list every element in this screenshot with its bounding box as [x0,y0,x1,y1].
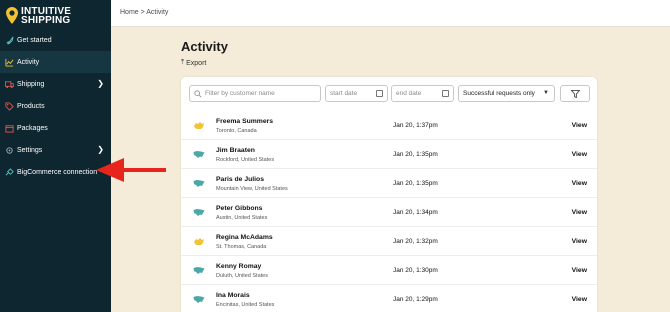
usa-flag-icon [193,180,205,187]
box-icon [4,123,14,133]
start-date-input[interactable]: start date [325,85,388,102]
sidebar-item-packages[interactable]: Packages [0,117,111,139]
export-label: Export [186,59,207,67]
chevron-down-icon: ▼ [543,90,549,96]
customer-name: Kenny Romay [216,263,262,270]
activity-date: Jan 20, 1:37pm [393,122,438,129]
customer-location: Mountain View, United States [216,186,288,192]
sidebar-item-label: Settings [17,146,43,154]
activity-date: Jan 20, 1:35pm [393,151,438,158]
activity-row[interactable]: Kenny Romay Duluth, United States Jan 20… [181,256,597,285]
activity-row[interactable]: Paris de Julios Mountain View, United St… [181,169,597,198]
export-button[interactable]: ⤒ Export [181,59,206,67]
view-link[interactable]: View [572,151,587,158]
view-link[interactable]: View [572,122,587,129]
customer-name: Paris de Julios [216,176,264,183]
customer-name: Jim Braaten [216,147,255,154]
usa-flag-icon [193,209,205,216]
sidebar-item-label: Shipping [17,80,45,88]
activity-date: Jan 20, 1:32pm [393,238,438,245]
breadcrumb[interactable]: Home > Activity [120,9,168,16]
activity-date: Jan 20, 1:30pm [393,267,438,274]
view-link[interactable]: View [572,180,587,187]
sidebar-item-shipping[interactable]: Shipping ❯ [0,73,111,95]
chevron-right-icon: ❯ [97,79,104,88]
view-link[interactable]: View [572,209,587,216]
canada-flag-icon [194,238,204,245]
activity-date: Jan 20, 1:35pm [393,180,438,187]
customer-search-input[interactable]: Filter by customer name [189,85,321,102]
usa-flag-icon [193,296,205,303]
funnel-icon [570,89,580,98]
calendar-icon [376,90,383,97]
sidebar-item-label: Packages [17,124,48,132]
usa-flag-icon [193,151,205,158]
gear-icon [4,145,14,155]
calendar-icon [442,90,449,97]
truck-icon [4,79,14,89]
customer-name: Peter Gibbons [216,205,263,212]
customer-name: Freema Summers [216,118,274,125]
tag-icon [4,101,14,111]
start-date-placeholder: start date [330,90,358,97]
sidebar-item-activity[interactable]: Activity [0,51,111,73]
sidebar-item-label: Get started [17,36,52,44]
chevron-right-icon: ❯ [97,145,104,154]
page-title: Activity [181,39,228,54]
canada-flag-icon [194,122,204,129]
search-placeholder: Filter by customer name [205,90,275,97]
activity-date: Jan 20, 1:29pm [393,296,438,303]
end-date-input[interactable]: end date [391,85,454,102]
activity-card: Filter by customer name start date end d… [181,77,597,312]
customer-name: Ina Morais [216,292,250,299]
plug-icon [4,167,14,177]
customer-location: Encinitas, United States [216,302,275,308]
upload-icon: ⤒ [181,59,185,66]
activity-date: Jan 20, 1:34pm [393,209,438,216]
end-date-placeholder: end date [396,90,422,97]
brand-logo[interactable]: INTUITIVE SHIPPING [0,0,111,27]
rocket-icon [4,35,14,45]
customer-location: St. Thomas, Canada [216,244,267,250]
top-bar: Home > Activity [111,0,670,27]
activity-row[interactable]: Regina McAdams St. Thomas, Canada Jan 20… [181,227,597,256]
customer-location: Toronto, Canada [216,128,257,134]
status-selected: Successful requests only [463,90,535,97]
chart-icon [4,57,14,67]
customer-location: Austin, United States [216,215,268,221]
activity-row[interactable]: Freema Summers Toronto, Canada Jan 20, 1… [181,111,597,140]
sidebar-item-label: Activity [17,58,40,66]
view-link[interactable]: View [572,296,587,303]
sidebar-item-label: Products [17,102,45,110]
usa-flag-icon [193,267,205,274]
red-arrow-annotation [96,158,166,182]
status-select[interactable]: Successful requests only ▼ [458,85,555,102]
location-pin-icon [6,6,18,24]
activity-list: Freema Summers Toronto, Canada Jan 20, 1… [181,111,597,312]
customer-location: Duluth, United States [216,273,268,279]
brand-line-2: SHIPPING [21,14,71,26]
view-link[interactable]: View [572,267,587,274]
filter-bar: Filter by customer name start date end d… [189,85,590,103]
activity-row[interactable]: Peter Gibbons Austin, United States Jan … [181,198,597,227]
view-link[interactable]: View [572,238,587,245]
sidebar-item-get-started[interactable]: Get started [0,29,111,51]
search-icon [194,89,202,97]
sidebar-item-products[interactable]: Products [0,95,111,117]
customer-location: Rockford, United States [216,157,275,163]
sidebar-item-label: BigCommerce connection [17,168,98,176]
activity-row[interactable]: Jim Braaten Rockford, United States Jan … [181,140,597,169]
customer-name: Regina McAdams [216,234,273,241]
activity-row[interactable]: Ina Morais Encinitas, United States Jan … [181,285,597,312]
brand-name: INTUITIVE SHIPPING [21,6,71,26]
filter-button[interactable] [560,85,590,102]
